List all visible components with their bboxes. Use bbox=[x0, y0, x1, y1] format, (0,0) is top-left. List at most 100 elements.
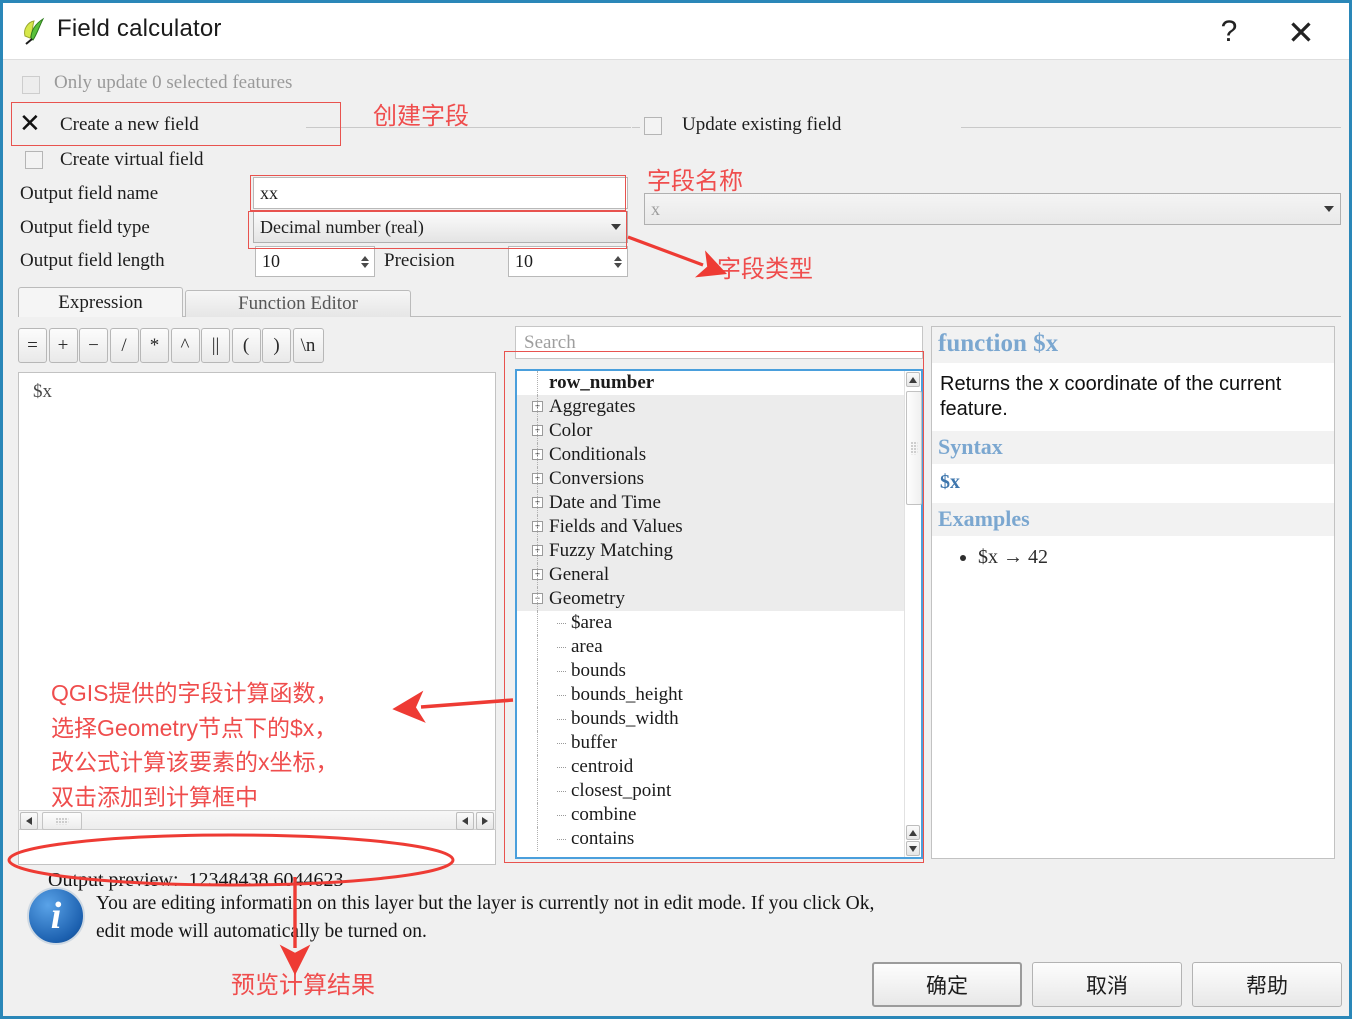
function-tree-item[interactable]: bounds_height bbox=[517, 683, 904, 707]
function-tree[interactable]: row_number + Aggregates + Color + Conditionals… bbox=[515, 369, 923, 859]
function-tree-item[interactable]: bounds bbox=[517, 659, 904, 683]
operator-button-3[interactable]: / bbox=[109, 328, 139, 363]
function-tree-scrollbar[interactable] bbox=[904, 371, 922, 857]
function-tree-item[interactable]: $area bbox=[517, 611, 904, 635]
tree-guide-line bbox=[537, 539, 539, 563]
operator-button-0[interactable]: = bbox=[18, 328, 47, 363]
annotation-preview-note: 预览计算结果 bbox=[231, 972, 375, 999]
help-examples: $x → 42 bbox=[932, 536, 1334, 577]
function-tree-item[interactable]: area bbox=[517, 635, 904, 659]
operator-button-7[interactable]: ( bbox=[231, 328, 261, 363]
annotation-functions-note: QGIS提供的字段计算函数， 选择Geometry节点下的$x， 改公式计算该要… bbox=[51, 680, 339, 810]
search-input[interactable]: Search bbox=[515, 326, 923, 359]
output-field-length-stepper[interactable]: 10 bbox=[255, 246, 375, 277]
tree-branch-icon bbox=[557, 695, 566, 697]
tree-guide-line bbox=[537, 563, 539, 587]
create-virtual-field-checkbox[interactable] bbox=[25, 151, 43, 169]
function-tree-item[interactable]: bounds_width bbox=[517, 707, 904, 731]
tree-branch-icon bbox=[557, 719, 566, 721]
help-button[interactable]: 帮助 bbox=[1192, 962, 1342, 1007]
tree-guide-line bbox=[537, 467, 539, 491]
function-tree-list[interactable]: row_number + Aggregates + Color + Conditionals… bbox=[517, 371, 904, 857]
info-message-line-2: edit mode will automatically be turned o… bbox=[96, 921, 427, 943]
tab-function-editor[interactable]: Function Editor bbox=[185, 290, 411, 317]
ok-button[interactable]: 确定 bbox=[872, 962, 1022, 1007]
operator-button-6[interactable]: || bbox=[201, 328, 230, 363]
operator-button-8[interactable]: ) bbox=[262, 328, 291, 363]
scroll-up-button-end[interactable] bbox=[906, 825, 920, 840]
output-field-length-label: Output field length bbox=[20, 250, 165, 271]
scroll-right-button[interactable] bbox=[476, 812, 494, 830]
tree-guide-line bbox=[537, 659, 539, 683]
function-tree-item[interactable]: + Date and Time bbox=[517, 491, 904, 515]
scroll-left-button[interactable] bbox=[20, 812, 38, 830]
operator-button-4[interactable]: * bbox=[140, 328, 169, 363]
function-tree-item-label: General bbox=[549, 564, 610, 585]
qgis-logo-icon bbox=[24, 17, 45, 45]
help-title: function $x bbox=[932, 327, 1334, 363]
function-tree-item[interactable]: row_number bbox=[517, 371, 904, 395]
scrollbar-thumb[interactable] bbox=[906, 391, 922, 505]
tree-guide-line bbox=[537, 443, 539, 467]
tree-guide-line bbox=[537, 731, 539, 755]
only-update-selected-checkbox[interactable] bbox=[22, 76, 40, 94]
precision-stepper[interactable]: 10 bbox=[508, 246, 628, 277]
scroll-down-button[interactable] bbox=[906, 841, 920, 856]
tree-branch-icon bbox=[557, 791, 566, 793]
output-field-name-input[interactable]: xx bbox=[253, 177, 628, 209]
cancel-button[interactable]: 取消 bbox=[1032, 962, 1182, 1007]
help-examples-heading: Examples bbox=[932, 503, 1334, 536]
update-existing-field-checkbox[interactable] bbox=[644, 117, 662, 135]
update-existing-field-value: x bbox=[651, 198, 660, 219]
tree-guide-line bbox=[537, 827, 539, 851]
operator-button-2[interactable]: − bbox=[79, 328, 108, 363]
scroll-left-button-end[interactable] bbox=[456, 812, 474, 830]
field-calculator-dialog: Field calculator ? ✕ Only update 0 selec… bbox=[0, 0, 1352, 1019]
function-tree-item-label: contains bbox=[571, 828, 635, 849]
help-syntax-body: $x bbox=[940, 471, 960, 493]
function-tree-item[interactable]: + Conversions bbox=[517, 467, 904, 491]
function-tree-item[interactable]: + Aggregates bbox=[517, 395, 904, 419]
tree-guide-line bbox=[537, 515, 539, 539]
chevron-down-icon bbox=[1324, 206, 1334, 212]
function-tree-item[interactable]: − Geometry bbox=[517, 587, 904, 611]
function-tree-item-label: buffer bbox=[571, 732, 618, 753]
close-icon[interactable]: ✕ bbox=[1279, 11, 1323, 53]
operator-button-5[interactable]: ^ bbox=[170, 328, 200, 363]
stepper-arrows-icon[interactable] bbox=[610, 249, 625, 274]
tab-expression[interactable]: Expression bbox=[18, 287, 183, 317]
function-tree-item[interactable]: closest_point bbox=[517, 779, 904, 803]
question-mark-icon[interactable]: ? bbox=[1207, 11, 1251, 53]
function-tree-item-label: bounds bbox=[571, 660, 626, 681]
create-virtual-field-label: Create virtual field bbox=[60, 149, 204, 170]
update-existing-field-label: Update existing field bbox=[682, 114, 842, 135]
stepper-arrows-icon[interactable] bbox=[357, 249, 372, 274]
annotation-field-name: 字段名称 bbox=[647, 168, 743, 195]
tree-branch-icon bbox=[557, 767, 566, 769]
scroll-up-button[interactable] bbox=[906, 372, 920, 387]
create-new-field-checkbox[interactable]: ✕ bbox=[19, 110, 41, 136]
function-tree-item[interactable]: buffer bbox=[517, 731, 904, 755]
update-existing-field-combo[interactable]: x bbox=[644, 193, 1341, 225]
tree-branch-icon bbox=[557, 743, 566, 745]
function-tree-item[interactable]: centroid bbox=[517, 755, 904, 779]
function-tree-item[interactable]: + Color bbox=[517, 419, 904, 443]
function-tree-item[interactable]: + General bbox=[517, 563, 904, 587]
output-field-type-label: Output field type bbox=[20, 217, 150, 238]
tree-branch-icon bbox=[557, 671, 566, 673]
operator-button-1[interactable]: + bbox=[48, 328, 78, 363]
output-field-type-value: Decimal number (real) bbox=[260, 216, 424, 237]
function-tree-item[interactable]: contains bbox=[517, 827, 904, 851]
output-field-type-combo[interactable]: Decimal number (real) bbox=[253, 211, 628, 243]
function-tree-item[interactable]: + Fuzzy Matching bbox=[517, 539, 904, 563]
create-new-field-label: Create a new field bbox=[60, 114, 199, 135]
function-tree-item-label: closest_point bbox=[571, 780, 672, 801]
function-tree-item[interactable]: + Fields and Values bbox=[517, 515, 904, 539]
function-tree-item[interactable]: + Conditionals bbox=[517, 443, 904, 467]
function-tree-item[interactable]: combine bbox=[517, 803, 904, 827]
search-placeholder: Search bbox=[524, 331, 576, 353]
precision-value: 10 bbox=[515, 251, 533, 271]
operator-button-9[interactable]: \n bbox=[292, 328, 324, 363]
tree-branch-icon bbox=[557, 815, 566, 817]
group-separator-right-stub bbox=[632, 127, 640, 128]
